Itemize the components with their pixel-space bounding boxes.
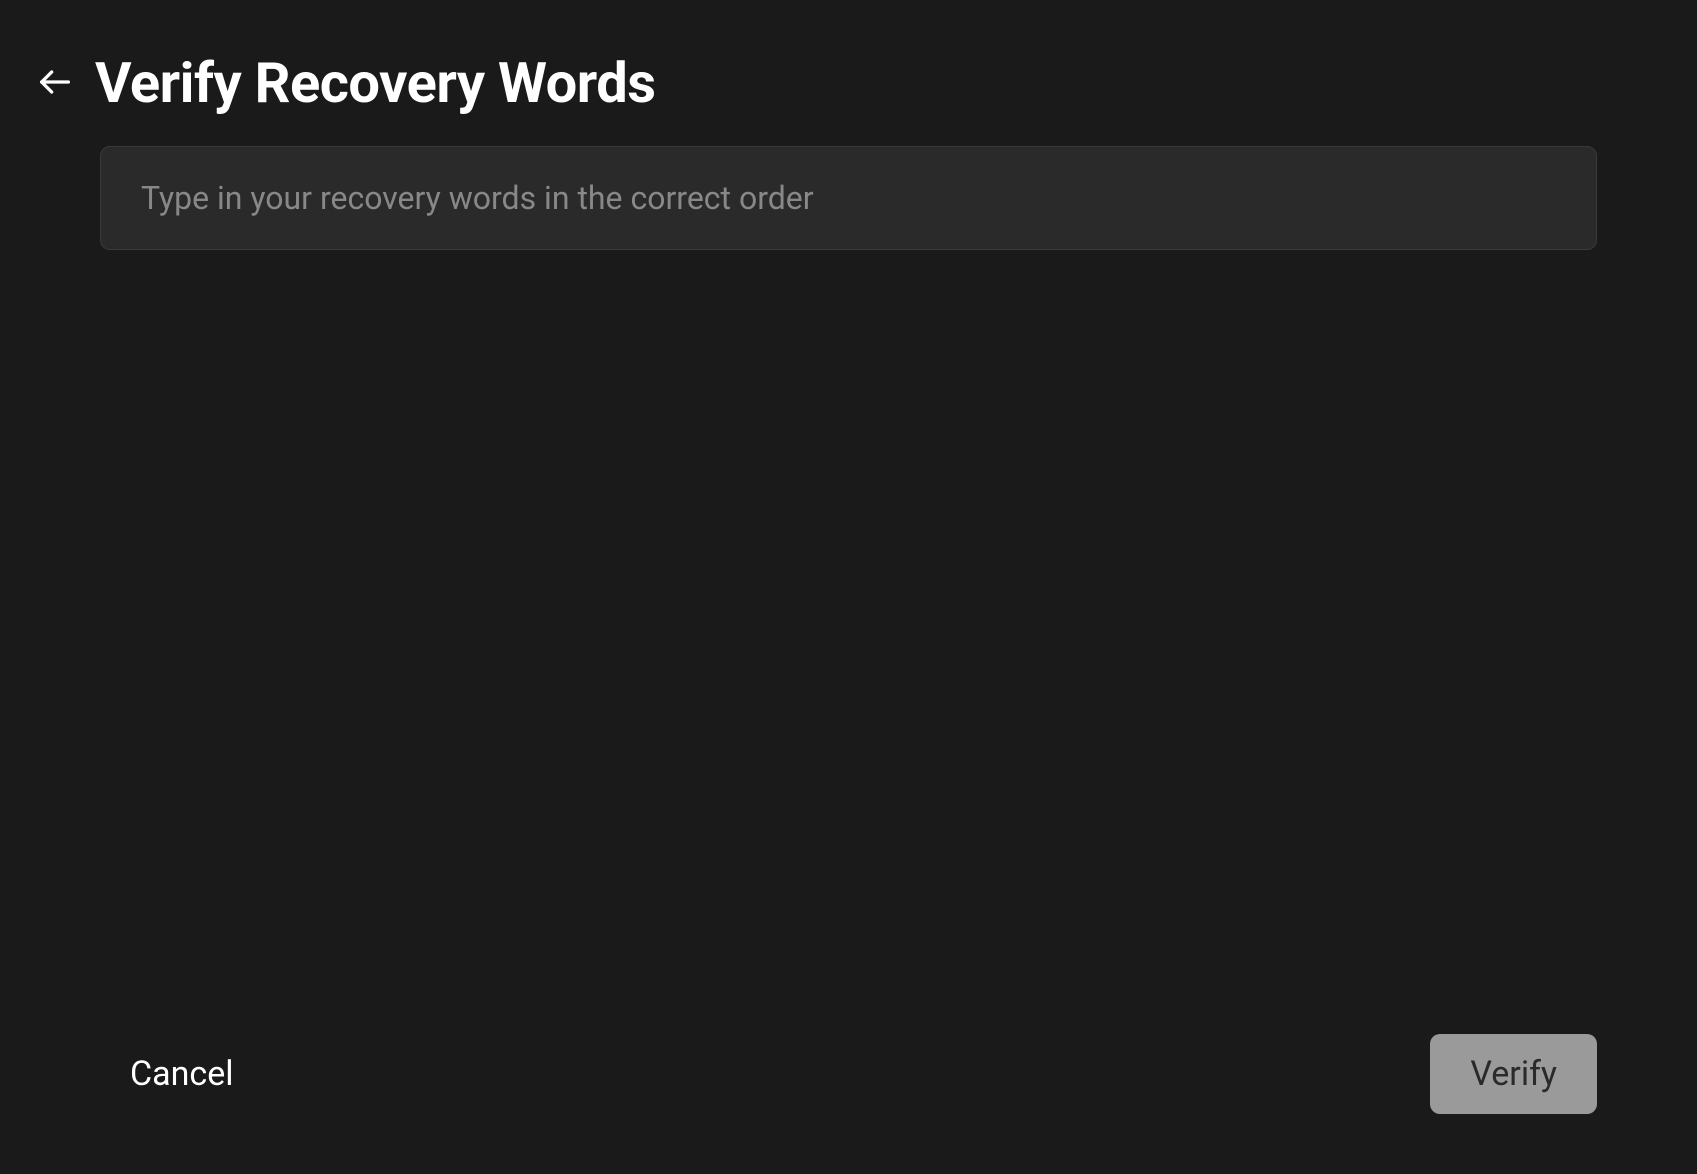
recovery-input-container [100,146,1597,250]
cancel-button[interactable]: Cancel [130,1044,234,1104]
arrow-left-icon [35,62,75,105]
page-header: Verify Recovery Words [0,0,1697,146]
content-area [0,146,1697,250]
back-button[interactable] [35,62,75,105]
verify-button[interactable]: Verify [1430,1034,1597,1114]
recovery-words-input[interactable] [101,147,1596,249]
page-title: Verify Recovery Words [95,50,656,116]
page-footer: Cancel Verify [0,1034,1697,1114]
